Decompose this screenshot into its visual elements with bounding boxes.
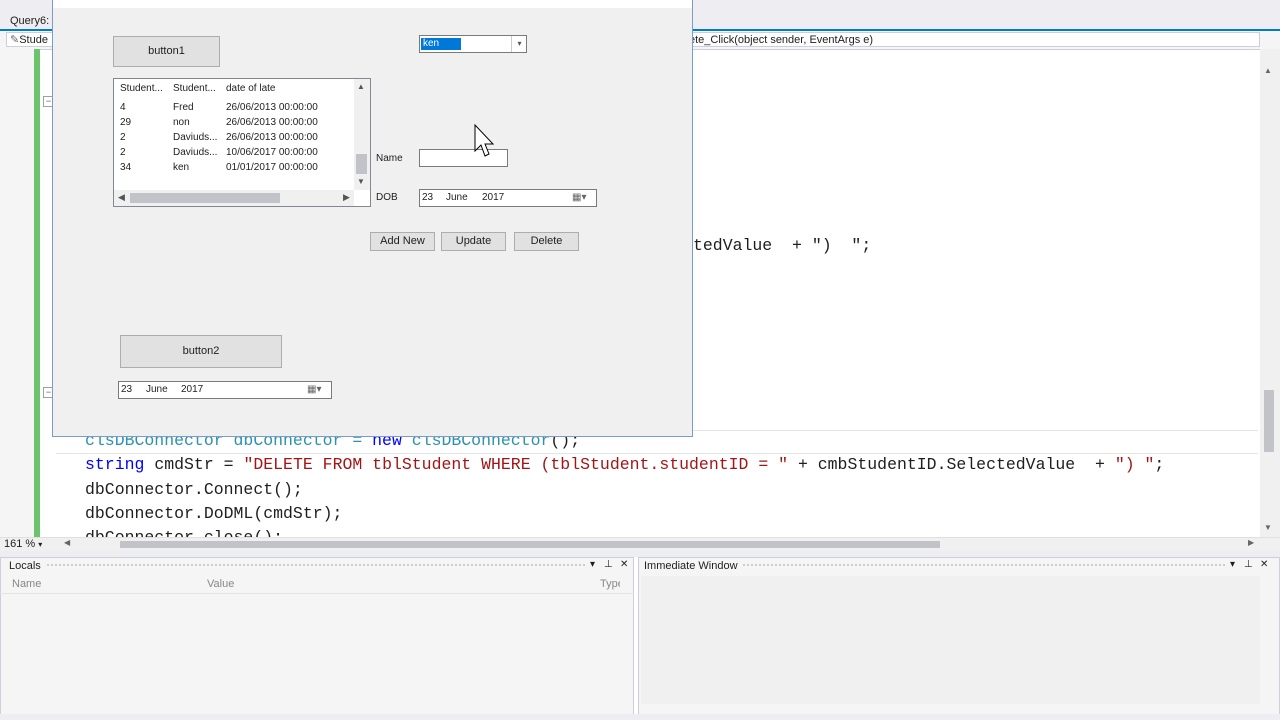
grid-col-header[interactable]: Student... [173,83,216,94]
vertical-scrollbar[interactable] [1260,49,1280,537]
zoom-dropdown-icon[interactable]: ▾ [38,540,42,549]
scroll-up-icon[interactable]: ▲ [1264,66,1272,75]
grid-row[interactable]: 34 ken 01/01/2017 00:00:00 [114,162,354,176]
locals-title: Locals [9,560,41,572]
name-label: Name [376,153,403,164]
grid-col-header[interactable]: Student... [120,83,163,94]
zoom-level[interactable]: 161 % ▾ [4,538,42,550]
locals-col-value[interactable]: Value [207,578,234,590]
locals-close-icon[interactable]: ✕ [620,559,628,570]
add-new-button[interactable]: Add New [370,232,435,251]
immediate-title: Immediate Window [644,560,738,572]
combo-dropdown-icon[interactable]: ▾ [511,36,527,52]
delete-button[interactable]: Delete [514,232,579,251]
code-line-3: dbConnector.Connect(); [85,480,303,499]
change-indicator-bar [34,49,40,537]
form-titlebar[interactable] [53,0,692,8]
status-strip [0,714,1280,720]
code-line-5-clip: dbConnector.close(); [56,528,1256,537]
method-dropdown[interactable]: ete_Click(object sender, EventArgs e) [686,32,1260,47]
scroll-right-icon[interactable]: ▶ [1248,538,1254,547]
scroll-down-icon[interactable]: ▼ [1264,523,1272,532]
locals-col-name[interactable]: Name [12,578,41,590]
immediate-input-area[interactable] [641,576,1260,704]
project-dropdown[interactable]: ✎Stude [6,32,56,47]
grid-row[interactable]: 2 Daviuds... 10/06/2017 00:00:00 [114,147,354,161]
grid-row[interactable]: 4 Fred 26/06/2013 00:00:00 [114,102,354,116]
panel-grip[interactable] [742,563,1226,567]
button1[interactable]: button1 [113,36,220,67]
calendar-icon[interactable]: ▦▾ [572,190,586,206]
date-picker-2[interactable]: 23 June 2017 ▦▾ [118,381,332,399]
grid-scroll-left-icon[interactable]: ◀ [118,192,125,203]
grid-header: Student... Student... date of late [114,83,354,97]
locals-header-divider [0,593,634,594]
calendar-icon[interactable]: ▦▾ [307,382,321,398]
locals-panel [0,557,634,720]
grid-row[interactable]: 2 Daviuds... 26/06/2013 00:00:00 [114,132,354,146]
code-line-partial: tedValue + ") "; [693,236,872,255]
project-icon: ✎ [10,34,20,46]
code-line-4: dbConnector.DoDML(cmdStr); [85,504,343,523]
dob-label: DOB [376,192,398,203]
horizontal-scroll-thumb[interactable] [120,541,940,548]
grid-vscroll-thumb[interactable] [356,154,367,174]
vertical-scroll-thumb[interactable] [1264,390,1274,452]
code-line-5: dbConnector.close(); [85,528,283,537]
immediate-pin-icon[interactable]: ⊥ [1244,559,1253,570]
dob-date-picker[interactable]: 23 June 2017 ▦▾ [419,189,597,207]
grid-hscroll-thumb[interactable] [130,193,280,203]
locals-dropdown-icon[interactable]: ▾ [590,559,595,570]
code-line-2: string cmdStr = "DELETE FROM tblStudent … [85,455,1165,474]
editor-margin [0,49,34,537]
locals-col-type[interactable]: Type [600,578,620,590]
grid-row[interactable]: 29 non 26/06/2013 00:00:00 [114,117,354,131]
mouse-cursor-icon [474,124,495,157]
scroll-left-icon[interactable]: ◀ [64,538,70,547]
grid-scroll-up-icon[interactable]: ▲ [357,82,365,91]
button2[interactable]: button2 [120,335,282,368]
immediate-close-icon[interactable]: ✕ [1260,559,1268,570]
combo-selected-text: ken [421,38,461,50]
panel-grip[interactable] [46,563,586,567]
update-button[interactable]: Update [441,232,506,251]
grid-col-header[interactable]: date of late [226,83,275,94]
locals-pin-icon[interactable]: ⊥ [604,559,613,570]
grid-scroll-down-icon[interactable]: ▼ [357,177,365,186]
immediate-dropdown-icon[interactable]: ▾ [1230,559,1235,570]
grid-scroll-right-icon[interactable]: ▶ [343,192,350,203]
